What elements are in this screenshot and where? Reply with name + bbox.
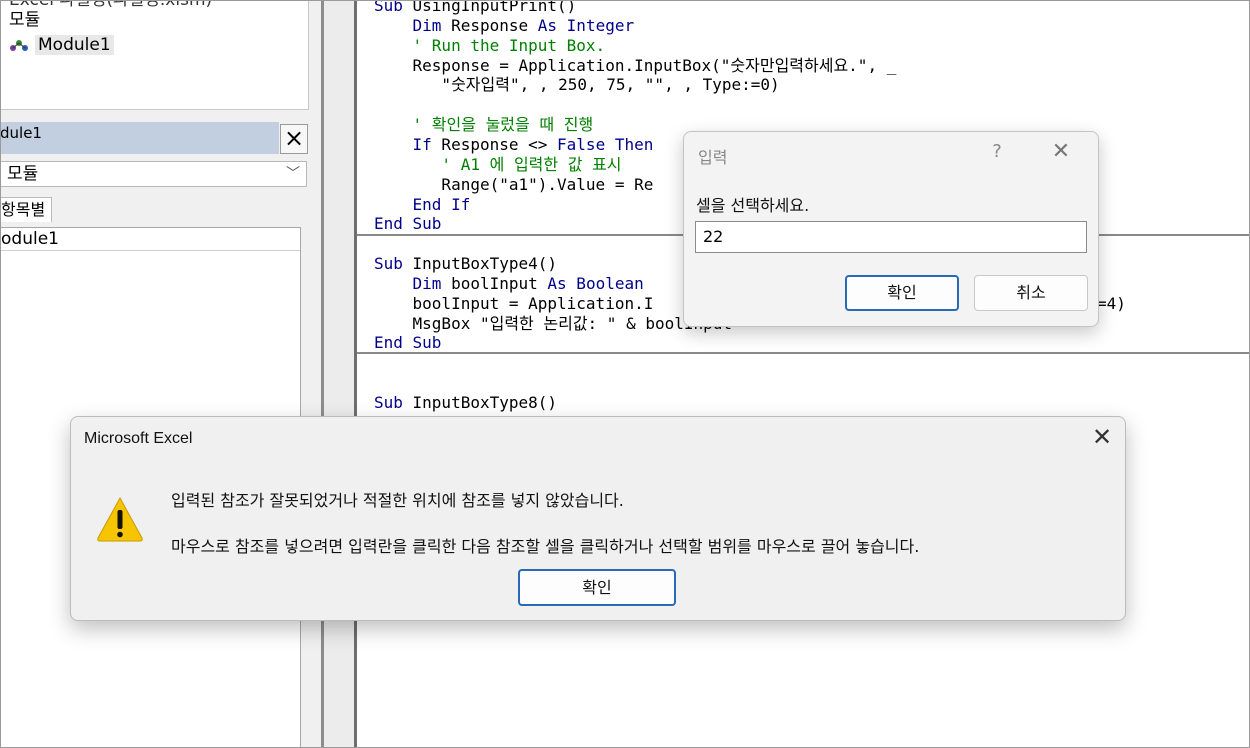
tab-categorized[interactable]: 항목별 <box>1 197 52 222</box>
input-field[interactable]: 22 <box>695 221 1087 253</box>
input-dialog: 입력 ? ✕ 셀을 선택하세요. 22 확인 취소 <box>683 131 1099 327</box>
input-dialog-close-button[interactable]: ✕ <box>1048 139 1074 165</box>
input-ok-button[interactable]: 확인 <box>845 275 959 311</box>
project-explorer: Excel 파일명(파일명.xlsm) 모듈 Module1 <box>1 1 309 110</box>
error-message-line1: 입력된 참조가 잘못되었거나 적절한 위치에 참조를 넣지 않았습니다. <box>171 491 624 510</box>
tab-categorized-label: 항목별 <box>1 200 46 219</box>
code-line[interactable]: Dim Response As Integer <box>374 15 635 36</box>
error-message-line2: 마우스로 참조를 넣으려면 입력란을 클릭한 다음 참조할 셀을 클릭하거나 선… <box>171 537 920 556</box>
code-comment: ' A1 에 입력한 값 표시 <box>374 154 622 174</box>
error-dialog-title: Microsoft Excel <box>84 430 193 447</box>
tree-item-module1[interactable]: Module1 <box>9 34 114 56</box>
left-pane: Excel 파일명(파일명.xlsm) 모듈 Module1 dule1 × 모… <box>1 1 321 747</box>
code-comment: ' 확인을 눌렀을 때 진행 <box>374 115 594 135</box>
code-line[interactable]: ' A1 에 입력한 값 표시 <box>374 154 622 175</box>
properties-title: dule1 <box>0 124 42 142</box>
code-line[interactable]: ' Run the Input Box. <box>374 35 606 56</box>
splitter-edge-left <box>321 1 324 747</box>
object-selector-value: 모듈 <box>7 164 39 184</box>
code-keyword: End Sub <box>374 214 442 234</box>
code-keyword: Dim <box>412 15 442 35</box>
code-line[interactable]: MsgBox "입력한 논리값: " & boolInput <box>374 313 733 334</box>
code-keyword: False Then <box>557 134 654 154</box>
code-text: boolInput <box>441 273 548 293</box>
code-text: InputBoxType8() <box>412 393 558 412</box>
code-keyword: As <box>537 15 558 35</box>
code-text: Response = Application.InputBox("숫자만입력하세… <box>374 55 897 75</box>
module-icon <box>10 40 28 51</box>
module1-label: Module1 <box>35 35 114 55</box>
procedure-separator <box>357 352 1249 354</box>
input-dialog-title: 입력 <box>698 148 728 167</box>
code-keyword: As Boolean <box>547 273 644 293</box>
code-keyword: End If <box>412 194 471 214</box>
code-line[interactable]: Range("a1").Value = Re <box>374 175 653 195</box>
input-cancel-button[interactable]: 취소 <box>974 275 1088 311</box>
code-line[interactable]: End Sub <box>374 333 441 353</box>
code-text: "숫자입력", , 250, 75, "", , Type:=0) <box>374 75 780 95</box>
code-keyword: Sub <box>374 254 413 274</box>
code-line[interactable]: Dim boolInput As Boolean <box>374 274 644 294</box>
warning-icon <box>97 496 143 542</box>
code-comment: ' Run the Input Box. <box>374 35 606 55</box>
properties-title-bar: dule1 <box>1 122 279 154</box>
code-line[interactable]: Response = Application.InputBox("숫자만입력하세… <box>374 55 897 76</box>
pane-splitter[interactable] <box>321 1 357 747</box>
code-keyword: Sub <box>374 393 413 412</box>
code-line[interactable]: Sub UsingInputPrint() <box>374 0 577 16</box>
code-text: InputBoxType4() <box>412 254 558 274</box>
code-text: Response <> <box>431 134 558 154</box>
code-line[interactable]: If Response <> False Then <box>374 134 654 155</box>
code-keyword: End Sub <box>374 333 442 353</box>
code-line[interactable]: End If <box>374 194 471 215</box>
error-dialog-close-button[interactable]: ✕ <box>1089 424 1115 450</box>
code-line[interactable]: ' 확인을 눌렀을 때 진행 <box>374 115 594 135</box>
chevron-down-icon: ﹀ <box>286 166 300 182</box>
input-prompt: 셀을 선택하세요. <box>696 196 810 215</box>
tree-item-modules-folder[interactable]: 모듈 <box>9 9 40 31</box>
help-button[interactable]: ? <box>985 140 1009 164</box>
code-line[interactable]: "숫자입력", , 250, 75, "", , Type:=0) <box>374 75 780 95</box>
code-keyword: Dim <box>412 273 442 293</box>
property-name-value: odule1 <box>1 229 59 249</box>
property-row-name[interactable]: odule1 <box>1 228 300 251</box>
error-dialog: Microsoft Excel ✕ 입력된 참조가 잘못되었거나 적절한 위치에… <box>70 416 1126 621</box>
code-keyword: Integer <box>566 15 635 35</box>
code-keyword: If <box>412 134 432 154</box>
object-selector[interactable]: 모듈 ﹀ <box>1 161 307 187</box>
properties-close-button[interactable]: × <box>280 124 308 154</box>
code-text: Response <box>441 15 538 35</box>
vbe-window: Excel 파일명(파일명.xlsm) 모듈 Module1 dule1 × 모… <box>0 0 1250 748</box>
code-text: Range("a1").Value = Re <box>374 174 654 194</box>
code-line[interactable]: Sub InputBoxType8() <box>374 393 557 413</box>
code-line[interactable]: Sub InputBoxType4() <box>374 254 557 274</box>
code-text: MsgBox "입력한 논리값: " & boolInput <box>374 313 733 333</box>
code-line[interactable]: End Sub <box>374 214 441 234</box>
error-ok-button[interactable]: 확인 <box>518 569 676 606</box>
code-editor[interactable]: Sub UsingInputPrint() Dim Response As In… <box>357 0 1249 747</box>
code-keyword: Sub <box>374 0 413 15</box>
modules-folder-label: 모듈 <box>9 10 41 30</box>
code-text: UsingInputPrint() <box>412 0 577 15</box>
